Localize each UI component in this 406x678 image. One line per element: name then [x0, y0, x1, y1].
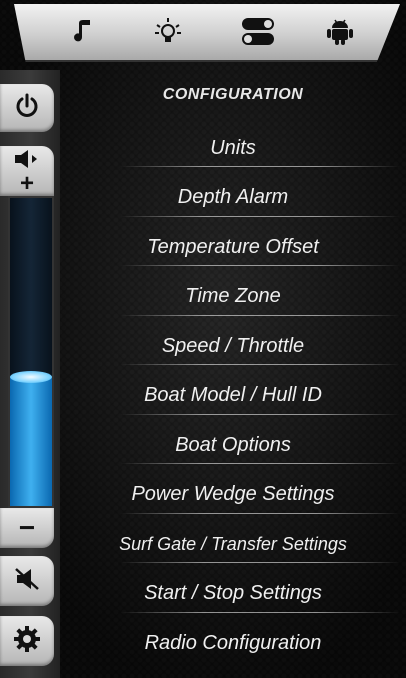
- music-tab[interactable]: [54, 4, 114, 60]
- volume-level-fill: [10, 377, 52, 506]
- menu-divider: [120, 611, 400, 613]
- volume-down-button[interactable]: −: [0, 508, 54, 548]
- menu-divider: [120, 463, 400, 464]
- speaker-mute-icon: [13, 567, 41, 596]
- power-icon: [14, 93, 40, 124]
- page-title: CONFIGURATION: [162, 86, 304, 103]
- volume-up-button[interactable]: +: [0, 146, 54, 196]
- menu-divider: [120, 512, 400, 514]
- light-bulb-icon: [153, 17, 183, 47]
- menu-divider: [120, 215, 400, 217]
- music-note-icon: [73, 19, 95, 45]
- menu-item[interactable]: Radio Configuration: [60, 618, 406, 668]
- volume-slider-handle[interactable]: [10, 371, 52, 383]
- menu-divider: [120, 562, 400, 563]
- volume-minus-label: −: [18, 512, 36, 543]
- power-button[interactable]: [0, 84, 54, 132]
- gear-icon: [13, 625, 41, 658]
- menu-divider: [120, 314, 400, 316]
- android-tab[interactable]: [310, 4, 370, 60]
- menu-divider: [120, 413, 400, 415]
- menu-divider: [120, 265, 400, 266]
- toggle-switch-icon: [241, 17, 275, 47]
- top-tab-bar: [14, 4, 400, 62]
- toggle-tab[interactable]: [228, 4, 288, 60]
- android-robot-icon: [327, 18, 353, 46]
- menu-divider: [120, 166, 400, 167]
- volume-plus-label: +: [19, 169, 34, 197]
- volume-slider[interactable]: [8, 196, 54, 508]
- menu-divider: [120, 364, 400, 365]
- mute-button[interactable]: [0, 556, 54, 606]
- settings-button[interactable]: [0, 616, 54, 666]
- lighting-tab[interactable]: [138, 4, 198, 60]
